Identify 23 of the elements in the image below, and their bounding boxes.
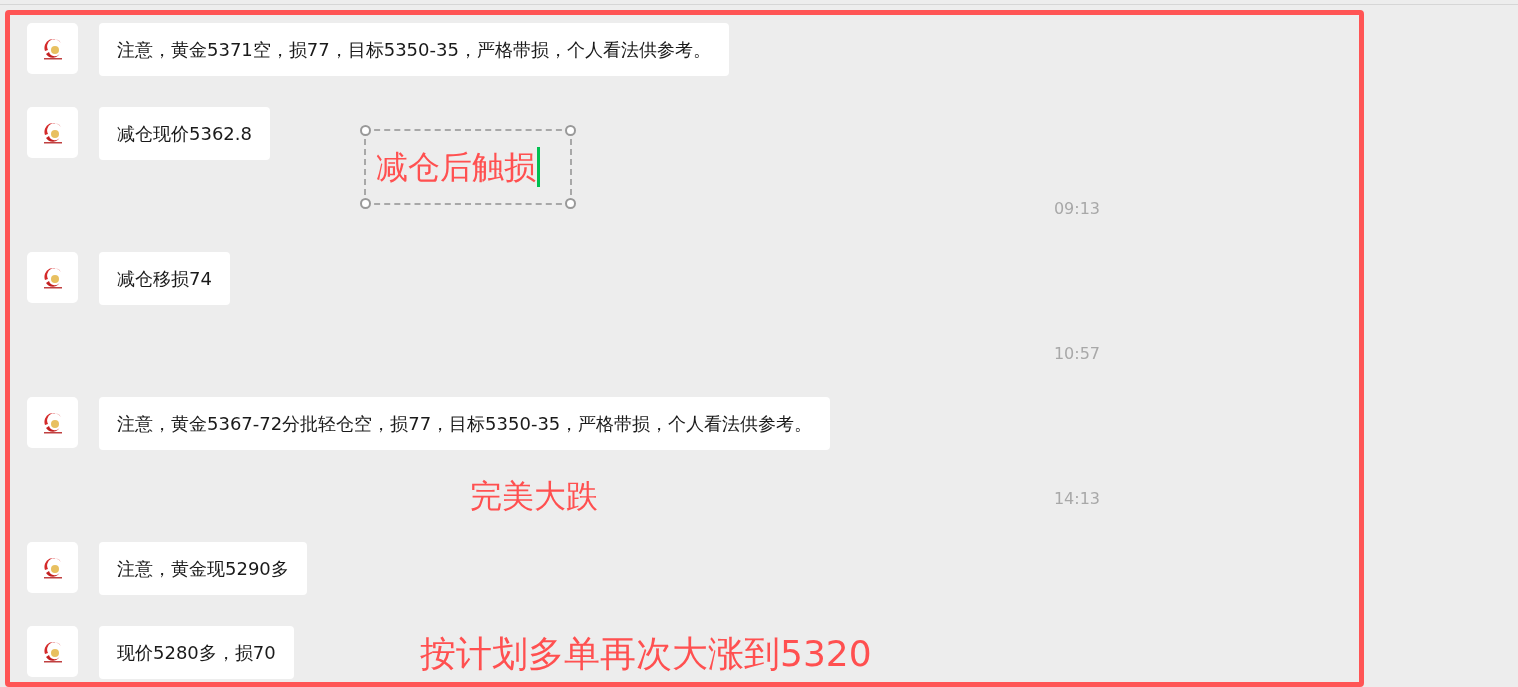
message-bubble: 注意，黄金5371空，损77，目标5350-35，严格带损，个人看法供参考。 <box>99 23 729 76</box>
resize-handle[interactable] <box>360 125 371 136</box>
annotation-text: 减仓后触损 <box>376 147 536 187</box>
avatar[interactable] <box>27 107 78 158</box>
annotation-text: 完美大跌 <box>470 476 598 517</box>
resize-handle[interactable] <box>360 198 371 209</box>
timestamp: 09:13 <box>1053 199 1100 219</box>
message-bubble: 减仓移损74 <box>99 252 230 305</box>
avatar[interactable] <box>27 626 78 677</box>
message-bubble: 注意，黄金现5290多 <box>99 542 307 595</box>
avatar[interactable] <box>27 252 78 303</box>
message-bubble: 现价5280多，损70 <box>99 626 294 679</box>
text-cursor <box>537 147 540 187</box>
resize-handle[interactable] <box>565 198 576 209</box>
avatar[interactable] <box>27 542 78 593</box>
timestamp: 10:57 <box>1053 344 1100 364</box>
avatar[interactable] <box>27 23 78 74</box>
annotation-text: 按计划多单再次大涨到5320 <box>420 632 872 676</box>
timestamp: 14:13 <box>1053 489 1100 509</box>
message-bubble: 注意，黄金5367-72分批轻仓空，损77，目标5350-35，严格带损，个人看法供参考。 <box>99 397 831 450</box>
message-bubble: 减仓现价5362.8 <box>99 107 270 160</box>
resize-handle[interactable] <box>565 125 576 136</box>
avatar[interactable] <box>27 397 78 448</box>
